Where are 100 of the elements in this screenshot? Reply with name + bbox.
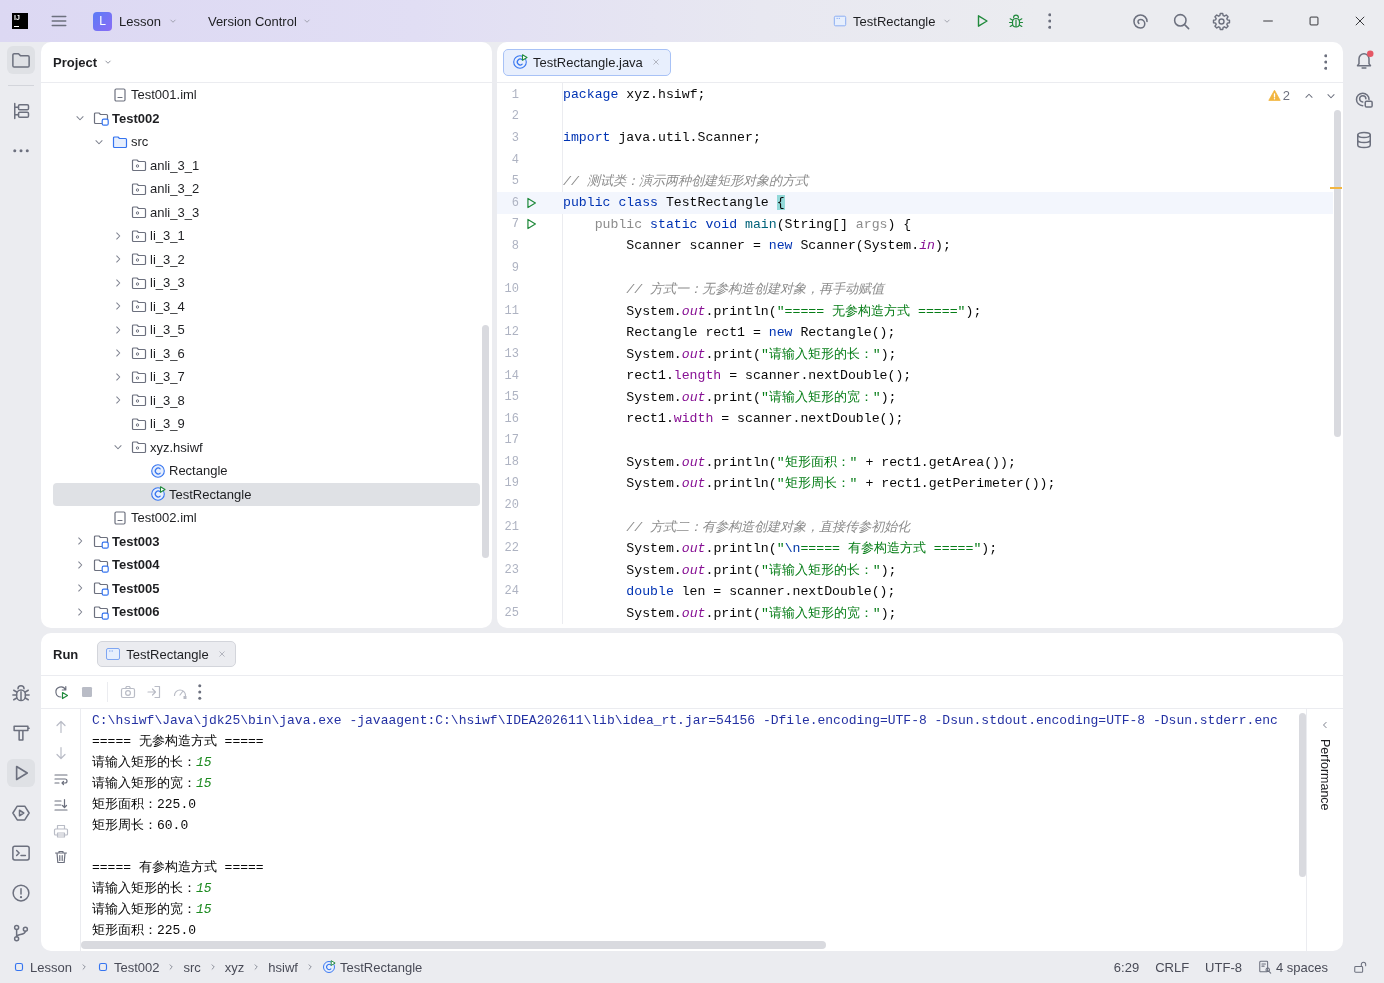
trash-icon[interactable] <box>52 849 69 865</box>
tree-item[interactable]: Test006 <box>53 600 480 624</box>
rerun-icon[interactable] <box>53 684 69 700</box>
tree-item[interactable]: li_3_8 <box>53 388 480 412</box>
vcs-menu-button[interactable]: Version Control <box>201 7 318 35</box>
package-folder-icon <box>131 180 147 197</box>
tree-item[interactable]: li_3_3 <box>53 271 480 295</box>
file-icon <box>112 509 128 526</box>
tool-window-button[interactable] <box>6 46 35 74</box>
package-folder-icon <box>131 204 147 221</box>
breadcrumb[interactable]: TestRectangle <box>321 959 423 975</box>
package-folder-icon <box>131 251 147 268</box>
panel-title[interactable]: Project <box>53 54 98 70</box>
scroll-to-end-icon[interactable] <box>52 797 69 813</box>
tree-item[interactable]: Test003 <box>53 529 480 553</box>
status-bar-widget[interactable]: 4 spaces <box>1257 959 1328 975</box>
tree-item[interactable]: li_3_5 <box>53 318 480 342</box>
line-number: 6 <box>510 195 519 210</box>
close-icon[interactable] <box>1353 14 1367 28</box>
tool-window-button[interactable] <box>6 759 35 787</box>
console-line: 请输入矩形的长：15 <box>92 754 212 772</box>
code-line: System.out.println("矩形周长：" + rect1.getPerimeter()); <box>625 475 1056 493</box>
code-line: System.out.print("请输入矩形的宽："); <box>625 389 897 407</box>
line-number: 12 <box>503 325 519 340</box>
run-tab[interactable]: TestRectangle <box>97 641 236 667</box>
tree-item[interactable]: li_3_1 <box>53 224 480 248</box>
tree-item[interactable]: Test005 <box>53 576 480 600</box>
package-folder-icon <box>131 368 147 385</box>
code-line: package xyz.hsiwf; <box>562 87 706 103</box>
run-gutter-icon[interactable] <box>524 195 538 210</box>
code-line: rect1.width = scanner.nextDouble(); <box>625 411 904 427</box>
console-line: ===== 无参构造方式 ===== <box>92 733 264 751</box>
tree-item[interactable]: anli_3_2 <box>53 177 480 201</box>
scrollbar-thumb[interactable] <box>1299 713 1306 877</box>
more-icon[interactable] <box>198 684 202 700</box>
line-number: 15 <box>503 390 519 405</box>
package-folder-icon <box>131 345 147 362</box>
tree-item[interactable]: Test002 <box>53 106 480 130</box>
run-config-button[interactable]: TestRectangle <box>827 7 958 35</box>
ai-assistant-icon[interactable] <box>1131 11 1150 31</box>
indent-settings-icon <box>1257 960 1272 974</box>
scrollbar-thumb[interactable] <box>1334 110 1341 437</box>
tree-item[interactable]: li_3_2 <box>53 247 480 271</box>
tree-item[interactable]: anli_3_3 <box>53 200 480 224</box>
tree-item[interactable]: li_3_7 <box>53 365 480 389</box>
code-line: System.out.println("矩形面积：" + rect1.getArea()); <box>625 453 1016 471</box>
status-bar-widget[interactable]: CRLF <box>1155 959 1190 975</box>
breadcrumb[interactable]: xyz <box>224 959 245 975</box>
maximize-icon[interactable] <box>1307 14 1321 28</box>
breadcrumb[interactable]: Lesson <box>12 959 72 975</box>
search-icon[interactable] <box>1172 11 1191 31</box>
editor-tab[interactable]: TestRectangle.java <box>503 48 671 76</box>
code-line: public class TestRectangle { <box>562 195 785 211</box>
tree-item[interactable]: Rectangle <box>53 459 480 483</box>
package-folder-icon <box>131 298 147 315</box>
more-icon[interactable] <box>1047 13 1051 29</box>
breadcrumb[interactable]: Test002 <box>95 959 160 975</box>
more-icon[interactable] <box>1323 54 1327 70</box>
code-line: // 测试类：演示两种创建矩形对象的方式 <box>562 173 808 191</box>
chevron-down-icon[interactable] <box>103 57 114 67</box>
tree-item[interactable]: src <box>53 130 480 154</box>
code-line: System.out.println("\n===== 有参构造方式 ====="); <box>625 540 998 558</box>
code-line: // 方式二：有参构造创建对象，直接传参初始化 <box>625 518 911 536</box>
breadcrumb[interactable]: src <box>183 959 201 975</box>
breadcrumb[interactable]: hsiwf <box>268 959 298 975</box>
tree-item[interactable]: Test004 <box>53 553 480 577</box>
console-line: 矩形面积：225.0 <box>92 922 196 940</box>
tree-item[interactable]: anli_3_1 <box>53 153 480 177</box>
line-number: 19 <box>503 476 519 491</box>
source-folder-icon <box>112 133 128 150</box>
bug-icon <box>10 683 31 703</box>
terminal-icon <box>10 843 31 863</box>
file-icon <box>112 86 128 103</box>
code-line: System.out.println("===== 无参构造方式 ====="); <box>625 302 982 320</box>
warning-count[interactable]: 2 <box>1267 88 1290 103</box>
line-number: 14 <box>503 368 519 383</box>
tree-item[interactable]: TestRectangle <box>53 482 480 506</box>
status-bar-widget[interactable]: 6:29 <box>1113 959 1140 975</box>
tree-item[interactable]: li_3_6 <box>53 341 480 365</box>
scrollbar-thumb[interactable] <box>81 941 826 949</box>
line-number: 13 <box>503 346 519 361</box>
performance-tab[interactable]: Performance <box>1318 739 1332 811</box>
line-number: 16 <box>503 411 519 426</box>
soft-wrap-icon[interactable] <box>52 771 69 787</box>
chevron-down-icon <box>301 16 312 26</box>
project-menu-button[interactable]: L Lesson <box>87 7 184 35</box>
tree-item[interactable]: li_3_9 <box>53 412 480 436</box>
tree-item[interactable]: li_3_4 <box>53 294 480 318</box>
status-bar-widget[interactable]: UTF-8 <box>1205 959 1242 975</box>
tree-item[interactable]: Test001.iml <box>53 83 480 107</box>
line-number: 24 <box>503 584 519 599</box>
debug-bug-icon[interactable] <box>1007 13 1024 29</box>
unlocked-padlock-icon[interactable] <box>1353 960 1367 974</box>
tree-item[interactable]: xyz.hsiwf <box>53 435 480 459</box>
scrollbar-thumb[interactable] <box>482 325 489 558</box>
code-line: Scanner scanner = new Scanner(System.in); <box>625 238 951 254</box>
run-gutter-icon[interactable] <box>524 217 538 232</box>
tree-item[interactable]: Test002.iml <box>53 506 480 530</box>
settings-icon[interactable] <box>1212 11 1231 31</box>
runnable-class-icon <box>150 486 166 503</box>
